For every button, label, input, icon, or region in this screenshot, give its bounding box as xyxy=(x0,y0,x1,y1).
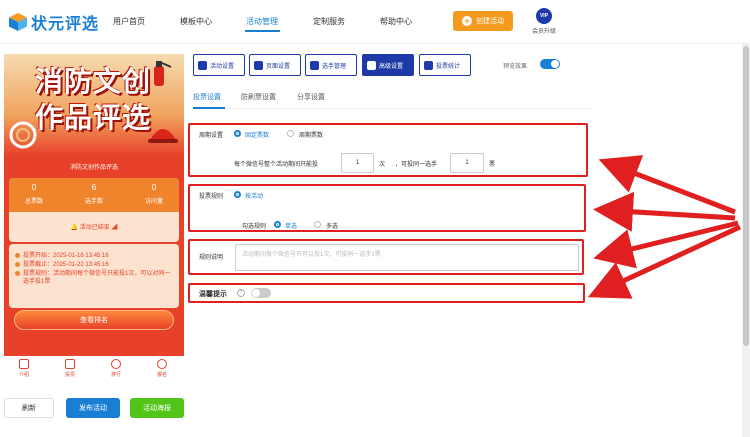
arrow-to-vote-rule xyxy=(593,191,736,232)
arrow-to-cycle-settings xyxy=(598,155,736,215)
arrow-to-tip xyxy=(587,224,742,299)
annotation-arrows xyxy=(587,155,742,299)
